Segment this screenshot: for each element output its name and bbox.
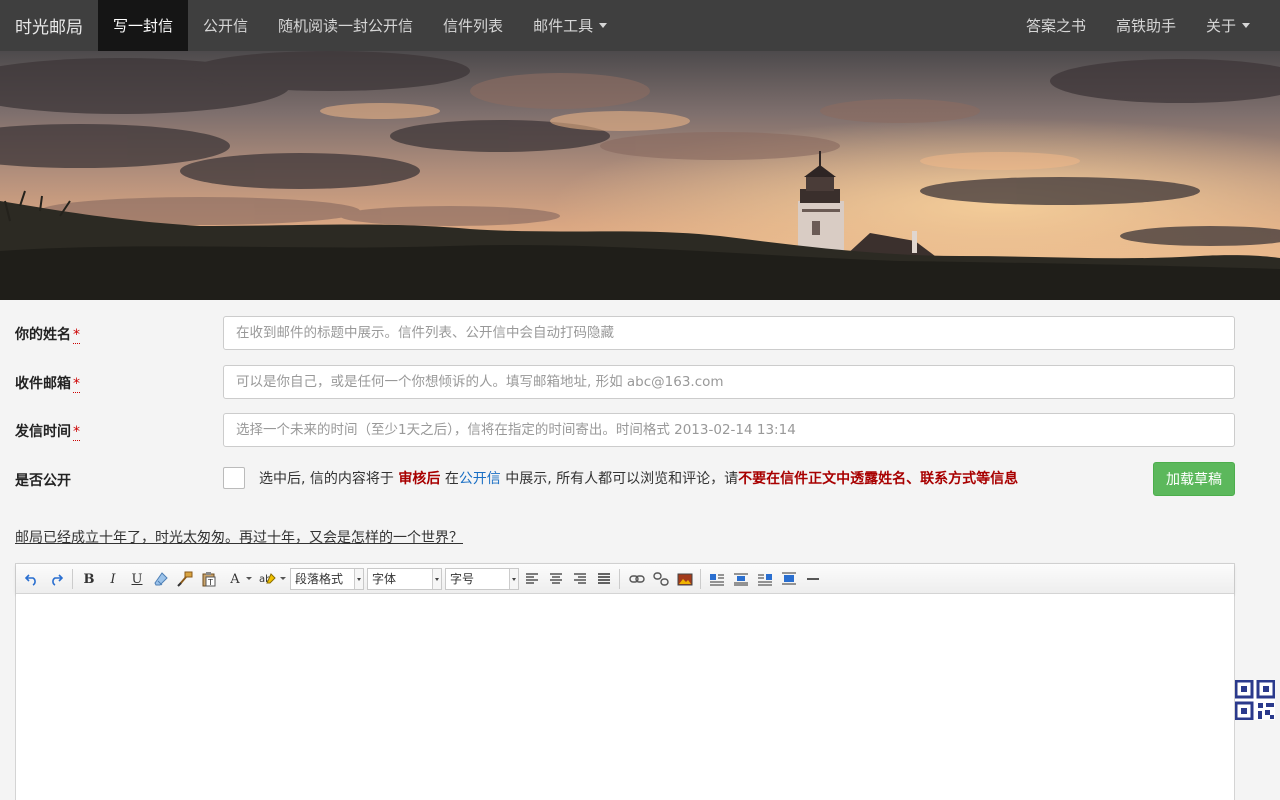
- public-text-3: 中展示, 所有人都可以浏览和评论，请: [505, 471, 739, 487]
- nav-mail-tools-dropdown[interactable]: 邮件工具: [518, 0, 622, 51]
- send-time-input[interactable]: [223, 413, 1235, 447]
- nav-public-letters-label: 公开信: [203, 17, 249, 35]
- nav-book-of-answers-label: 答案之书: [1025, 17, 1086, 35]
- unlink-icon[interactable]: [651, 569, 671, 589]
- nav-about-dropdown[interactable]: 关于: [1191, 0, 1265, 51]
- nav-letter-list-label: 信件列表: [443, 17, 504, 35]
- nav-about-label: 关于: [1205, 17, 1236, 35]
- nav-rail-assistant[interactable]: 高铁助手: [1101, 0, 1191, 51]
- public-text-2: 在: [444, 471, 459, 487]
- editor-content-area[interactable]: [16, 594, 1234, 800]
- chevron-down-icon: [509, 569, 518, 589]
- nav-public-letters[interactable]: 公开信: [188, 0, 263, 51]
- font-size-value: 字号: [450, 572, 475, 586]
- rich-text-editor: B I U T A ab 段落格式 字体 字号: [15, 563, 1235, 800]
- chevron-down-icon: [432, 569, 441, 589]
- public-label: 是否公开: [15, 473, 71, 489]
- highlight-color-icon[interactable]: ab: [258, 569, 278, 589]
- italic-icon[interactable]: I: [103, 569, 123, 589]
- name-row: 你的姓名 *: [0, 316, 1280, 350]
- chevron-down-icon: [354, 569, 363, 589]
- send-time-label: 发信时间 *: [15, 421, 80, 441]
- main-nav: 写一封信 公开信 随机阅读一封公开信 信件列表 邮件工具: [98, 0, 622, 51]
- redo-icon[interactable]: [46, 569, 66, 589]
- image-float-left-icon[interactable]: [707, 569, 727, 589]
- horizontal-rule-icon[interactable]: [803, 569, 823, 589]
- undo-icon[interactable]: [22, 569, 42, 589]
- eraser-icon[interactable]: [151, 569, 171, 589]
- hero-banner-image: [0, 51, 1280, 300]
- toolbar-separator: [619, 569, 620, 589]
- nav-mail-tools-label: 邮件工具: [533, 17, 594, 35]
- send-time-label-text: 发信时间: [15, 424, 71, 440]
- public-description: 选中后, 信的内容将于 审核后 在公开信 中展示, 所有人都可以浏览和评论，请不…: [223, 466, 1033, 492]
- image-center-icon[interactable]: [779, 569, 799, 589]
- email-label-text: 收件邮箱: [15, 376, 71, 392]
- toolbar-separator: [72, 569, 73, 589]
- toolbar-separator: [700, 569, 701, 589]
- required-mark: *: [73, 327, 80, 344]
- qr-code-icon[interactable]: [1234, 679, 1276, 721]
- align-center-icon[interactable]: [546, 569, 566, 589]
- image-float-none-icon[interactable]: [731, 569, 751, 589]
- align-justify-icon[interactable]: [594, 569, 614, 589]
- nav-letter-list[interactable]: 信件列表: [428, 0, 518, 51]
- font-color-icon[interactable]: A: [225, 569, 245, 589]
- nav-book-of-answers[interactable]: 答案之书: [1011, 0, 1101, 51]
- font-family-select[interactable]: 字体: [367, 568, 442, 590]
- email-label: 收件邮箱 *: [15, 373, 80, 393]
- required-mark: *: [73, 376, 80, 393]
- editor-toolbar: B I U T A ab 段落格式 字体 字号: [16, 564, 1234, 594]
- nav-rail-assistant-label: 高铁助手: [1115, 17, 1176, 35]
- underline-icon[interactable]: U: [127, 569, 147, 589]
- load-draft-button[interactable]: 加载草稿: [1153, 462, 1235, 496]
- public-letters-link[interactable]: 公开信: [459, 471, 501, 487]
- caret-down-icon: [280, 577, 286, 580]
- required-mark: *: [73, 424, 80, 441]
- font-size-select[interactable]: 字号: [445, 568, 519, 590]
- image-icon[interactable]: [675, 569, 695, 589]
- bold-icon[interactable]: B: [79, 569, 99, 589]
- top-navbar: 时光邮局 写一封信 公开信 随机阅读一封公开信 信件列表 邮件工具 答案之书 高…: [0, 0, 1280, 51]
- align-right-icon[interactable]: [570, 569, 590, 589]
- nav-write-letter-label: 写一封信: [113, 17, 174, 35]
- public-text-review: 审核后: [398, 471, 441, 487]
- public-text-1: 选中后, 信的内容将于: [259, 471, 394, 487]
- svg-text:T: T: [207, 578, 213, 587]
- image-float-right-icon[interactable]: [755, 569, 775, 589]
- send-time-row: 发信时间 *: [0, 413, 1280, 447]
- brand-logo[interactable]: 时光邮局: [0, 0, 98, 51]
- intro-link[interactable]: 邮局已经成立十年了，时光太匆匆。再过十年，又会是怎样的一个世界？: [15, 527, 463, 547]
- paste-text-icon[interactable]: T: [199, 569, 219, 589]
- email-input[interactable]: [223, 365, 1235, 399]
- right-nav: 答案之书 高铁助手 关于: [1011, 0, 1280, 51]
- caret-down-icon: [246, 577, 252, 580]
- email-row: 收件邮箱 *: [0, 365, 1280, 399]
- font-family-value: 字体: [372, 572, 397, 586]
- link-icon[interactable]: [627, 569, 647, 589]
- caret-down-icon: [1242, 23, 1250, 28]
- lighthouse-sunset-illustration: [0, 51, 1280, 300]
- public-checkbox[interactable]: [223, 467, 245, 489]
- caret-down-icon: [599, 23, 608, 28]
- name-input[interactable]: [223, 316, 1235, 350]
- align-left-icon[interactable]: [522, 569, 542, 589]
- public-text-warning: 不要在信件正文中透露姓名、联系方式等信息: [738, 471, 1019, 487]
- name-label: 你的姓名 *: [15, 324, 80, 344]
- nav-random-public-letter[interactable]: 随机阅读一封公开信: [263, 0, 428, 51]
- name-label-text: 你的姓名: [15, 327, 71, 343]
- paragraph-format-select[interactable]: 段落格式: [290, 568, 364, 590]
- public-row: 是否公开 选中后, 信的内容将于 审核后 在公开信 中展示, 所有人都可以浏览和…: [0, 462, 1280, 522]
- nav-write-letter[interactable]: 写一封信: [98, 0, 189, 51]
- nav-random-public-letter-label: 随机阅读一封公开信: [278, 17, 414, 35]
- format-painter-icon[interactable]: [175, 569, 195, 589]
- paragraph-format-value: 段落格式: [295, 572, 344, 586]
